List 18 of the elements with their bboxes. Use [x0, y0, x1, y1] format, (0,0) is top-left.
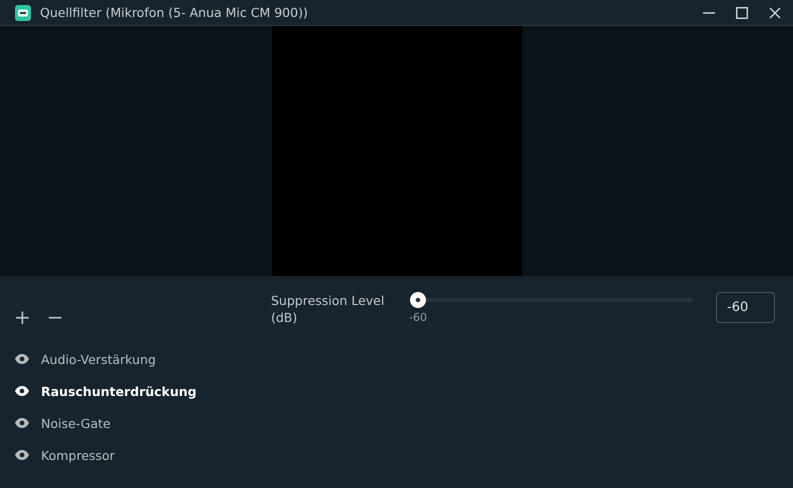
filter-item[interactable]: Kompressor — [41, 448, 115, 462]
value-input[interactable]: -60 — [716, 292, 775, 323]
eye-icon[interactable] — [15, 450, 29, 460]
eye-icon[interactable] — [15, 354, 29, 364]
eye-icon[interactable] — [15, 418, 29, 428]
window-title: Quellfilter (Mikrofon (5- Anua Mic CM 900)) — [40, 5, 308, 20]
filter-item[interactable]: Rauschunterdrückung — [41, 384, 197, 398]
add-button[interactable]: + — [12, 306, 33, 328]
eye-icon[interactable] — [15, 386, 29, 396]
slider-thumb[interactable] — [410, 292, 426, 308]
maximize-icon[interactable] — [736, 6, 748, 18]
slider-reading: -60 — [409, 311, 428, 324]
close-icon[interactable] — [769, 6, 781, 18]
setting-label: Suppression Level (dB) — [271, 292, 386, 326]
app-icon — [15, 4, 31, 20]
filter-item[interactable]: Audio-Verstärkung — [41, 352, 156, 366]
remove-button[interactable]: − — [44, 306, 66, 328]
filter-item[interactable]: Noise-Gate — [41, 416, 111, 430]
